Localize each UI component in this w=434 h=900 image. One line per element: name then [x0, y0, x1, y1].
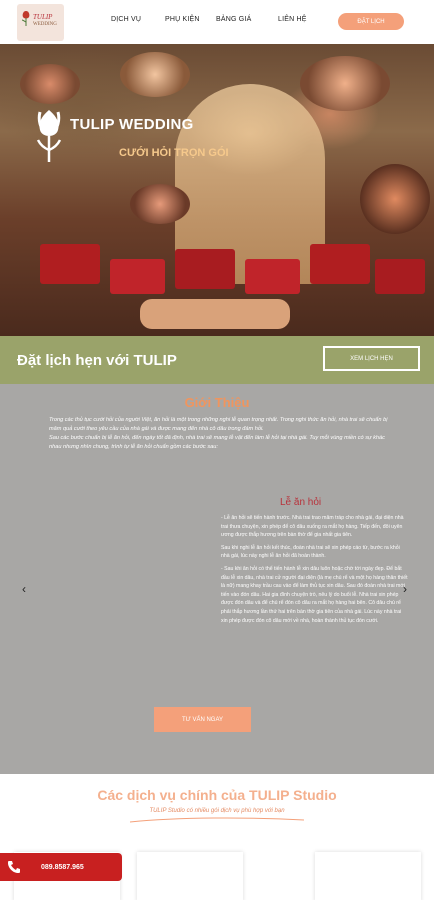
- prev-slide-arrow-icon[interactable]: ‹: [22, 582, 26, 596]
- logo-text: TULIP: [33, 13, 53, 21]
- flower-decor: [20, 64, 80, 104]
- logo[interactable]: TULIP WEDDING: [17, 4, 64, 41]
- flower-decor: [130, 184, 190, 224]
- services-subtitle: TULIP Studio có nhiều gói dịch vụ phù hợ…: [149, 808, 285, 814]
- gift-tray: [40, 244, 100, 284]
- booking-title: Đặt lịch hẹn với TULIP: [17, 352, 177, 369]
- view-schedule-button[interactable]: XEM LỊCH HẸN: [323, 346, 420, 371]
- phone-glyph-icon: [8, 861, 20, 873]
- gift-tray: [245, 259, 300, 294]
- next-slide-arrow-icon[interactable]: ›: [403, 582, 407, 596]
- consult-now-button[interactable]: TƯ VẤN NGAY: [154, 707, 251, 732]
- intro-paragraph: Sau các bước chuẩn bị lễ ăn hỏi, đến ngà…: [49, 435, 385, 450]
- intro-text: Trong các thủ tục cưới hỏi của người Việ…: [49, 416, 389, 452]
- slide-title: Lễ ăn hỏi: [280, 497, 322, 508]
- tulip-logo-icon: [21, 11, 30, 26]
- slide-body: - Lễ ăn hỏi sẽ tiến hành trước. Nhà trai…: [221, 514, 409, 629]
- booking-band: Đặt lịch hẹn với TULIP XEM LỊCH HẸN: [0, 336, 434, 384]
- gift-tray: [310, 244, 370, 284]
- table-decor: [140, 299, 290, 329]
- hero-title: TULIP WEDDING: [70, 116, 194, 133]
- services-section: Các dịch vụ chính của TULIP Studio TULIP…: [0, 774, 434, 900]
- gift-tray: [375, 259, 425, 294]
- title-underline-decor: [129, 817, 305, 823]
- site-header: TULIP WEDDING DỊCH VỤ PHỤ KIỆN BẢNG GIÁ …: [0, 0, 434, 44]
- flower-decor: [360, 164, 430, 234]
- book-button[interactable]: ĐẶT LỊCH: [338, 13, 404, 30]
- hero-banner: TULIP WEDDING CƯỚI HỎI TRỌN GÓI: [0, 44, 434, 336]
- intro-paragraph: Trong các thủ tục cưới hỏi của người Việ…: [49, 417, 388, 432]
- gift-tray: [175, 249, 235, 289]
- flower-decor: [300, 56, 390, 111]
- service-card[interactable]: [137, 852, 243, 900]
- slide-paragraph: - Sau khi ăn hỏi có thể tiến hành lễ xin…: [221, 565, 408, 624]
- intro-title: Giới Thiệu: [184, 395, 250, 410]
- slide-paragraph: - Lễ ăn hỏi sẽ tiến hành trước. Nhà trai…: [221, 515, 404, 539]
- logo-subtext: WEDDING: [33, 22, 57, 27]
- intro-section: Giới Thiệu Trong các thủ tục cưới hỏi củ…: [0, 384, 434, 774]
- gift-tray: [110, 259, 165, 294]
- nav-item-accessories[interactable]: PHỤ KIỆN: [165, 16, 200, 23]
- phone-number[interactable]: 089.8587.965: [41, 864, 84, 871]
- page: TULIP WEDDING DỊCH VỤ PHỤ KIỆN BẢNG GIÁ …: [0, 0, 434, 900]
- slide-paragraph: Sau khi nghi lễ ăn hỏi kết thúc, đoàn nh…: [221, 544, 400, 560]
- services-title: Các dịch vụ chính của TULIP Studio: [97, 787, 337, 803]
- nav-item-pricing[interactable]: BẢNG GIÁ: [216, 16, 251, 23]
- tulip-emblem-icon: [36, 110, 62, 162]
- flower-decor: [120, 52, 190, 97]
- hero-subtitle: CƯỚI HỎI TRỌN GÓI: [119, 147, 229, 159]
- service-card[interactable]: [315, 852, 421, 900]
- phone-icon[interactable]: [0, 853, 28, 881]
- nav-item-services[interactable]: DỊCH VỤ: [111, 16, 141, 23]
- nav-item-contact[interactable]: LIÊN HỆ: [278, 16, 307, 23]
